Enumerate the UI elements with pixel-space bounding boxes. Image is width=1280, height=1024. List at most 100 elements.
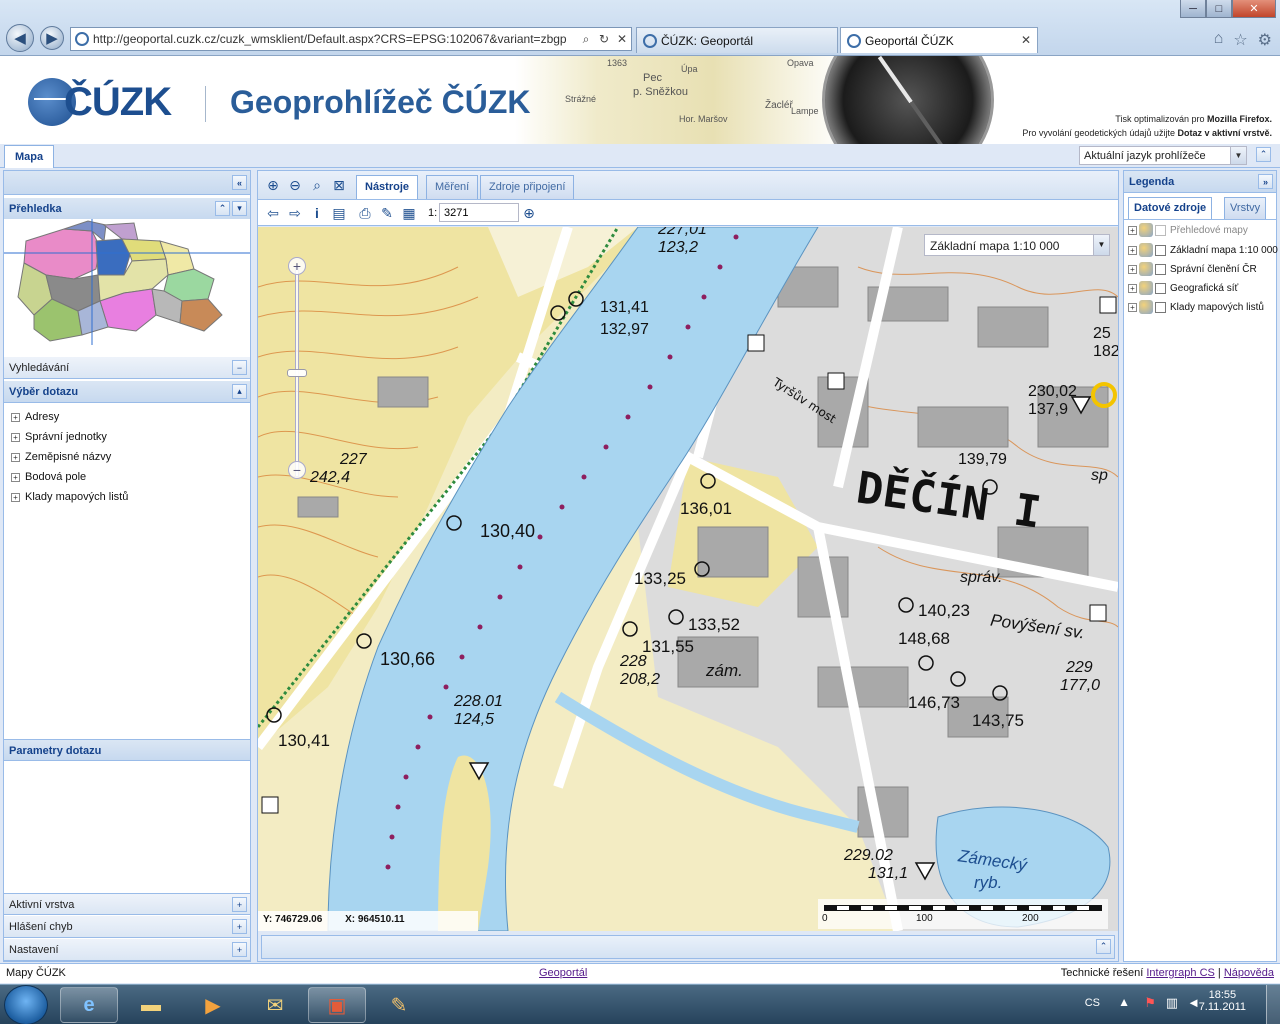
- collapse-left-panel-button[interactable]: «: [232, 175, 247, 190]
- tab-vrstvy[interactable]: Vrstvy: [1224, 197, 1267, 219]
- settings-header[interactable]: Nastavení +: [4, 939, 250, 961]
- tab-mapa[interactable]: Mapa: [4, 145, 54, 168]
- zoom-handle[interactable]: [287, 369, 307, 377]
- search-header[interactable]: Vyhledávání −: [4, 357, 250, 379]
- action-center-flag-icon[interactable]: ⚑: [1144, 995, 1156, 1011]
- expand-status-button[interactable]: ⌃: [1096, 939, 1111, 954]
- layer-checkbox[interactable]: [1155, 301, 1166, 313]
- map-canvas[interactable]: Tyršův most DĚČÍN I zám. správ. Povýšení…: [258, 227, 1118, 931]
- taskbar-powerpoint-button[interactable]: ▣: [308, 987, 366, 1023]
- expand-plus-icon[interactable]: +: [1128, 264, 1137, 274]
- start-button[interactable]: [4, 985, 48, 1024]
- previous-view-icon[interactable]: ⇦: [264, 204, 282, 222]
- tab-datove-zdroje[interactable]: Datové zdroje: [1128, 197, 1213, 219]
- settings-expand-button[interactable]: +: [232, 942, 247, 957]
- close-window-button[interactable]: ✕: [1232, 0, 1276, 18]
- layer-checkbox[interactable]: [1155, 244, 1166, 256]
- language-select[interactable]: Aktuální jazyk prohlížeče ▼: [1079, 146, 1247, 165]
- search-icon[interactable]: ⌕: [577, 32, 595, 47]
- language-indicator[interactable]: CS: [1085, 997, 1100, 1009]
- layer-checkbox[interactable]: [1155, 263, 1166, 275]
- settings-gear-icon[interactable]: ⚙: [1258, 30, 1272, 50]
- maximize-button[interactable]: □: [1206, 0, 1232, 18]
- zoom-minus-icon[interactable]: −: [288, 461, 306, 479]
- query-header[interactable]: Výběr dotazu ▴: [4, 381, 250, 403]
- zoom-extent-icon[interactable]: ⊠: [330, 176, 348, 194]
- taskbar-explorer-button[interactable]: ▬: [122, 987, 180, 1023]
- zoom-plus-icon[interactable]: +: [288, 257, 306, 275]
- network-icon[interactable]: ▥: [1166, 995, 1178, 1011]
- show-hidden-icons-icon[interactable]: ▲: [1118, 995, 1130, 1009]
- clock[interactable]: 18:55 7.11.2011: [1199, 989, 1246, 1013]
- chevron-down-icon[interactable]: ▼: [1230, 147, 1246, 164]
- basemap-select[interactable]: Základní mapa 1:10 000 ▼: [924, 234, 1110, 256]
- browser-tab-geoportal-cuzk[interactable]: Geoportál ČÚZK ✕: [840, 27, 1038, 53]
- taskbar-paint-button[interactable]: ✎: [370, 987, 428, 1023]
- browser-tab-geoportal[interactable]: ČÚZK: Geoportál: [636, 27, 838, 53]
- taskbar-outlook-button[interactable]: ✉: [246, 987, 304, 1023]
- expand-plus-icon[interactable]: +: [11, 492, 20, 502]
- overview-collapse-button[interactable]: ⌃: [215, 201, 230, 216]
- error-report-expand-button[interactable]: +: [232, 919, 247, 934]
- tree-item-spravni-jednotky[interactable]: + Správní jednotky: [4, 427, 250, 447]
- info-icon[interactable]: i: [308, 204, 326, 222]
- tree-item-adresy[interactable]: + Adresy: [4, 407, 250, 427]
- layer-checkbox[interactable]: [1155, 282, 1166, 294]
- zoom-in-icon[interactable]: ⊕: [264, 176, 282, 194]
- taskbar-ie-button[interactable]: e: [60, 987, 118, 1023]
- help-link[interactable]: Nápověda: [1224, 967, 1274, 979]
- tab-mereni[interactable]: Měření: [426, 175, 479, 199]
- chevron-down-icon[interactable]: ▼: [1093, 235, 1109, 255]
- minimize-button[interactable]: ─: [1180, 0, 1206, 18]
- tab-nastroje[interactable]: Nástroje: [356, 175, 419, 199]
- show-desktop-button[interactable]: [1266, 985, 1280, 1024]
- back-button[interactable]: ◀: [6, 24, 34, 52]
- zoom-box-icon[interactable]: ⌕: [308, 176, 326, 194]
- tree-item-bodova-pole[interactable]: + Bodová pole: [4, 467, 250, 487]
- overview-menu-button[interactable]: ▾: [232, 201, 247, 216]
- address-url[interactable]: http://geoportal.cuzk.cz/cuzk_wmsklient/…: [93, 32, 577, 46]
- expand-plus-icon[interactable]: +: [11, 472, 20, 482]
- legend-item-klady-mapovych-listu[interactable]: + Klady mapových listů: [1128, 298, 1264, 316]
- save-image-icon[interactable]: ▦: [400, 204, 418, 222]
- address-bar[interactable]: http://geoportal.cuzk.cz/cuzk_wmsklient/…: [70, 27, 632, 51]
- active-layer-header[interactable]: Aktivní vrstva +: [4, 893, 250, 915]
- close-tab-icon[interactable]: ✕: [1021, 33, 1031, 47]
- collapse-header-button[interactable]: ⌃: [1256, 147, 1271, 162]
- expand-plus-icon[interactable]: +: [11, 412, 20, 422]
- expand-plus-icon[interactable]: +: [1128, 245, 1137, 255]
- home-icon[interactable]: ⌂: [1214, 30, 1224, 50]
- tree-item-klady-mapovych-listu[interactable]: + Klady mapových listů: [4, 487, 250, 507]
- error-report-header[interactable]: Hlášení chyb +: [4, 916, 250, 938]
- expand-plus-icon[interactable]: +: [11, 452, 20, 462]
- apply-scale-zoom-icon[interactable]: ⊕: [520, 204, 538, 222]
- expand-plus-icon[interactable]: +: [1128, 283, 1137, 293]
- overview-map[interactable]: [4, 219, 250, 345]
- legend-item-geograficka-sit[interactable]: + Geografická síť: [1128, 279, 1238, 297]
- query-collapse-button[interactable]: ▴: [232, 384, 247, 399]
- legend-item-spravni-cleneni[interactable]: + Správní členění ČR: [1128, 260, 1257, 278]
- print-icon[interactable]: ⎙: [356, 204, 374, 222]
- scale-input[interactable]: 3271: [439, 203, 519, 222]
- tree-item-zemepisne-nazvy[interactable]: + Zeměpisné názvy: [4, 447, 250, 467]
- expand-plus-icon[interactable]: +: [1128, 302, 1137, 312]
- legend-item-zakladni-mapa[interactable]: + Základní mapa 1:10 000: [1128, 241, 1278, 259]
- legend-item-prehledove-mapy[interactable]: + Přehledové mapy: [1128, 221, 1248, 239]
- layer-checkbox[interactable]: [1155, 224, 1166, 236]
- tab-zdroje-pripojeni[interactable]: Zdroje připojení: [480, 175, 575, 199]
- expand-plus-icon[interactable]: +: [11, 432, 20, 442]
- zoom-slider[interactable]: + −: [287, 257, 307, 487]
- favorites-star-icon[interactable]: ☆: [1233, 30, 1247, 50]
- pencil-icon[interactable]: ✎: [378, 204, 396, 222]
- stop-icon[interactable]: ✕: [613, 32, 631, 46]
- document-icon[interactable]: ▤: [330, 204, 348, 222]
- next-view-icon[interactable]: ⇨: [286, 204, 304, 222]
- footer-geoportal-link[interactable]: Geoportál: [539, 967, 587, 979]
- active-layer-expand-button[interactable]: +: [232, 897, 247, 912]
- refresh-icon[interactable]: ↻: [595, 32, 613, 46]
- search-toggle-button[interactable]: −: [232, 360, 247, 375]
- expand-plus-icon[interactable]: +: [1128, 225, 1137, 235]
- forward-button[interactable]: ▶: [40, 26, 64, 50]
- intergraph-link[interactable]: Intergraph CS: [1146, 967, 1214, 979]
- taskbar-media-player-button[interactable]: ▶: [184, 987, 242, 1023]
